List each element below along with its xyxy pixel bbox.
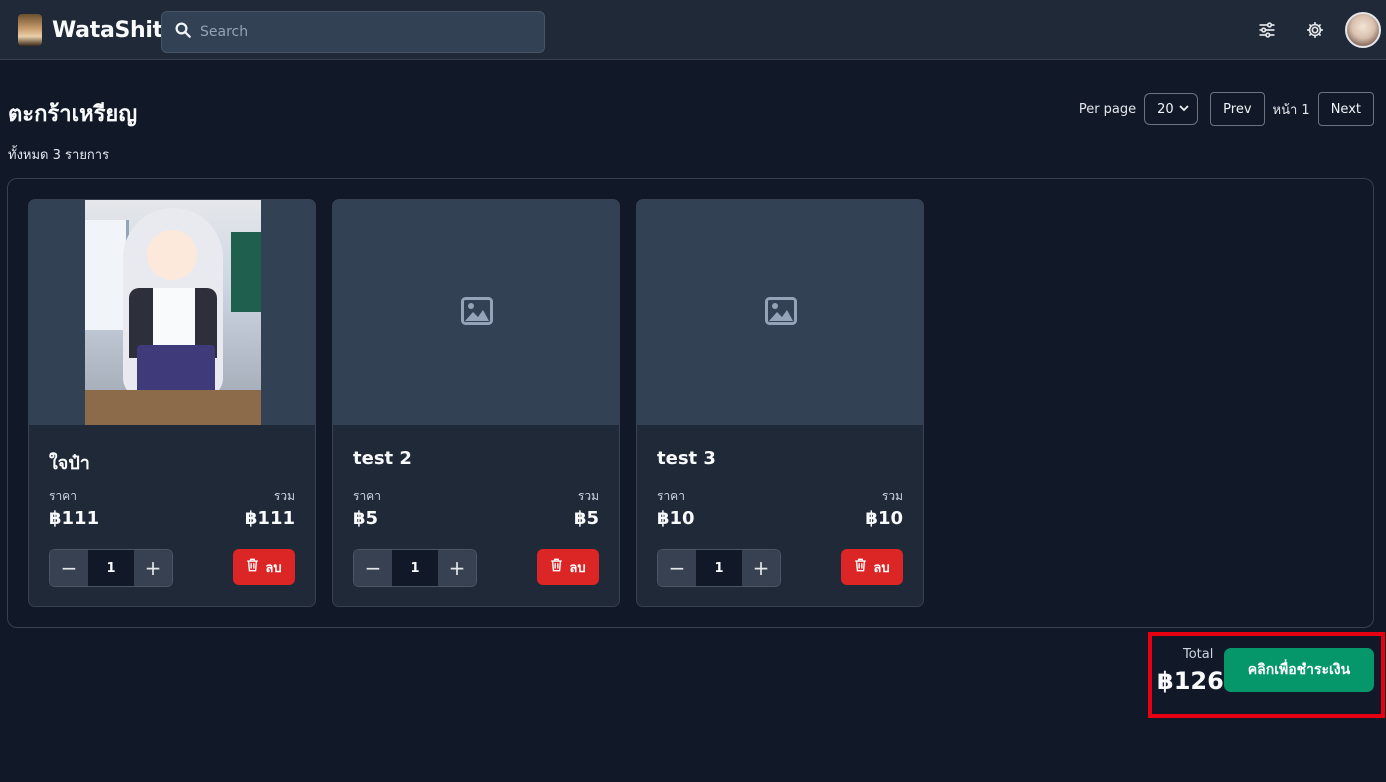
item-sum: ฿10 [865, 508, 903, 529]
sum-label: รวม [273, 489, 295, 503]
delete-label: ลบ [873, 560, 890, 576]
item-title: test 3 [657, 448, 716, 469]
plus-icon: + [448, 556, 466, 580]
page-title: ตะกร้าเหรียญ [8, 102, 138, 127]
delete-button[interactable]: ลบ [233, 549, 295, 585]
trash-icon [550, 558, 563, 576]
total-value: ฿126 [1157, 667, 1224, 695]
item-title: test 2 [353, 448, 412, 469]
brand-logo [18, 14, 42, 46]
brand-name: WataShit [52, 17, 163, 43]
brand[interactable]: WataShit [18, 14, 163, 46]
trash-icon [854, 558, 867, 576]
image-placeholder-icon [461, 296, 493, 329]
delete-label: ลบ [569, 560, 586, 576]
avatar[interactable] [1345, 12, 1381, 48]
item-price: ฿10 [657, 508, 695, 529]
page-indicator: หน้า 1 [1272, 102, 1310, 118]
quantity-value[interactable]: 1 [88, 550, 134, 586]
increase-button[interactable]: + [134, 550, 172, 586]
trash-icon [246, 558, 259, 576]
decrease-button[interactable]: − [50, 550, 88, 586]
pagination: Per page 20 Prev หน้า 1 Next [1079, 92, 1374, 126]
increase-button[interactable]: + [438, 550, 476, 586]
item-count: ทั้งหมด 3 รายการ [8, 148, 110, 163]
cart-item-card: test 3 ราคา รวม ฿10 ฿10 − 1 + ลบ [636, 199, 924, 607]
search-bar[interactable] [161, 11, 545, 53]
plus-icon: + [752, 556, 770, 580]
price-label: ราคา [657, 489, 685, 503]
chevron-down-icon [1179, 102, 1189, 117]
plus-icon: + [144, 556, 162, 580]
sum-label: รวม [881, 489, 903, 503]
item-image-area [333, 200, 619, 425]
next-button[interactable]: Next [1317, 92, 1374, 126]
minus-icon: − [668, 556, 686, 580]
cart-item-card: test 2 ราคา รวม ฿5 ฿5 − 1 + ลบ [332, 199, 620, 607]
item-title: ใจป๋า [49, 453, 90, 474]
item-sum: ฿5 [573, 508, 599, 529]
total-label: Total [1183, 647, 1214, 662]
image-placeholder-icon [765, 296, 797, 329]
decrease-button[interactable]: − [658, 550, 696, 586]
quantity-stepper: − 1 + [353, 549, 477, 587]
quantity-value[interactable]: 1 [696, 550, 742, 586]
per-page-select[interactable]: 20 [1144, 93, 1199, 125]
search-icon [174, 21, 192, 43]
quantity-stepper: − 1 + [49, 549, 173, 587]
delete-label: ลบ [265, 560, 282, 576]
decrease-button[interactable]: − [354, 550, 392, 586]
item-image-area [637, 200, 923, 425]
cart-item-card: ใจป๋า ราคา รวม ฿111 ฿111 − 1 + ลบ [28, 199, 316, 607]
delete-button[interactable]: ลบ [841, 549, 903, 585]
prev-button[interactable]: Prev [1210, 92, 1265, 126]
item-photo [85, 200, 261, 425]
top-navbar: WataShit [0, 0, 1386, 60]
per-page-label: Per page [1078, 101, 1137, 117]
sliders-icon[interactable] [1255, 18, 1279, 42]
minus-icon: − [60, 556, 78, 580]
item-price: ฿111 [49, 508, 100, 529]
price-label: ราคา [49, 489, 77, 503]
delete-button[interactable]: ลบ [537, 549, 599, 585]
quantity-stepper: − 1 + [657, 549, 781, 587]
search-input[interactable] [200, 24, 520, 40]
minus-icon: − [364, 556, 382, 580]
per-page-value: 20 [1157, 101, 1174, 117]
price-label: ราคา [353, 489, 381, 503]
item-sum: ฿111 [244, 508, 295, 529]
quantity-value[interactable]: 1 [392, 550, 438, 586]
cart-panel: ใจป๋า ราคา รวม ฿111 ฿111 − 1 + ลบ test 2… [7, 178, 1374, 628]
sum-label: รวม [577, 489, 599, 503]
checkout-button[interactable]: คลิกเพื่อชำระเงิน [1224, 648, 1374, 692]
item-image-area [29, 200, 315, 425]
increase-button[interactable]: + [742, 550, 780, 586]
gear-icon[interactable] [1303, 18, 1327, 42]
item-price: ฿5 [353, 508, 379, 529]
